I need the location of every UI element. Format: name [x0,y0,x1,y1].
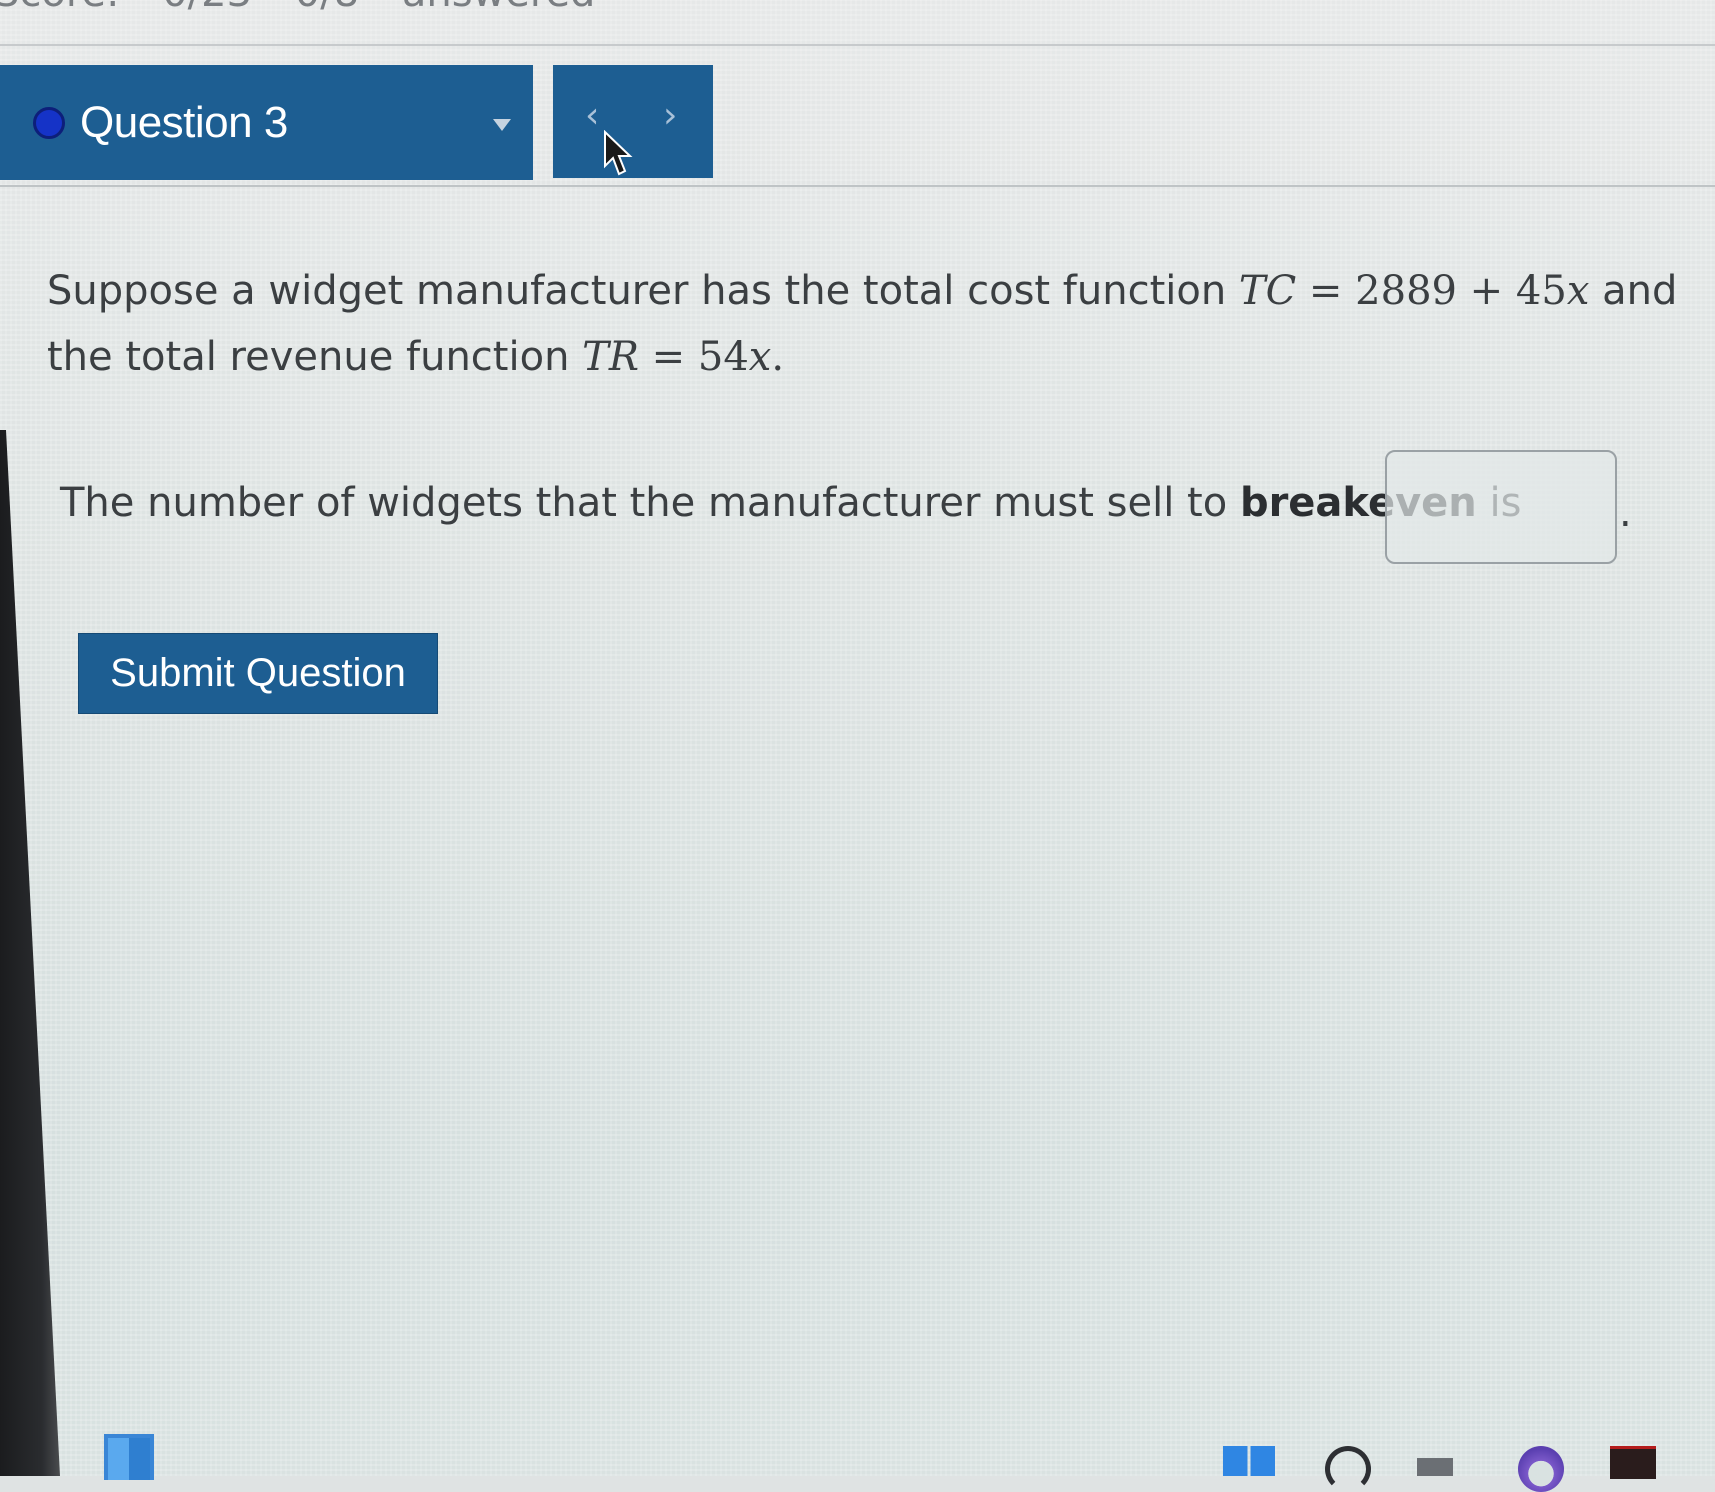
taskbar [60,1408,1715,1492]
question-end: . [771,334,785,380]
header-divider [0,185,1715,187]
page-background [0,0,1715,1476]
search-icon[interactable] [1325,1446,1371,1492]
widgets-icon[interactable] [104,1434,154,1480]
unanswered-dot-icon [33,106,65,139]
answer-trailing: . [1619,490,1632,536]
answer-input[interactable] [1385,450,1617,564]
question-label: Question 3 [80,97,288,147]
netflix-icon[interactable] [1610,1446,1656,1479]
answered-count: 0/8 answered [295,0,596,16]
chevron-right-icon[interactable]: › [663,95,677,136]
top-divider [0,44,1715,46]
mouse-pointer-icon [604,130,633,176]
question-intro: Suppose a widget manufacturer has the to… [47,268,1227,314]
tr-lhs: TR [582,334,639,380]
question-nav: ‹ › [553,65,713,178]
answer-prompt-before: The number of widgets that the manufactu… [60,480,1228,526]
tr-var: x [748,334,772,380]
tr-rhs: 54 [697,334,749,380]
tr-equation: TR = 54x. [582,334,785,380]
question-selector[interactable]: Question 3 [0,65,533,180]
submit-question-button[interactable]: Submit Question [78,633,438,714]
tc-rhs: 2889 + 45 [1355,268,1567,314]
chevron-left-icon[interactable]: ‹ [585,95,599,136]
task-view-icon[interactable] [1417,1458,1453,1476]
answer-prompt: The number of widgets that the manufactu… [60,480,1521,526]
windows-start-icon[interactable] [1223,1446,1275,1476]
score-text: Score: 0/23 [0,0,252,16]
browser-icon[interactable] [1518,1446,1564,1492]
tc-var: x [1566,268,1590,314]
tc-lhs: TC [1238,268,1297,314]
score-status: Score: 0/23 0/8 answered [0,0,595,16]
question-text: Suppose a widget manufacturer has the to… [47,258,1697,390]
tc-equation: TC = 2889 + 45x [1238,268,1590,314]
chevron-down-icon[interactable] [493,119,511,131]
